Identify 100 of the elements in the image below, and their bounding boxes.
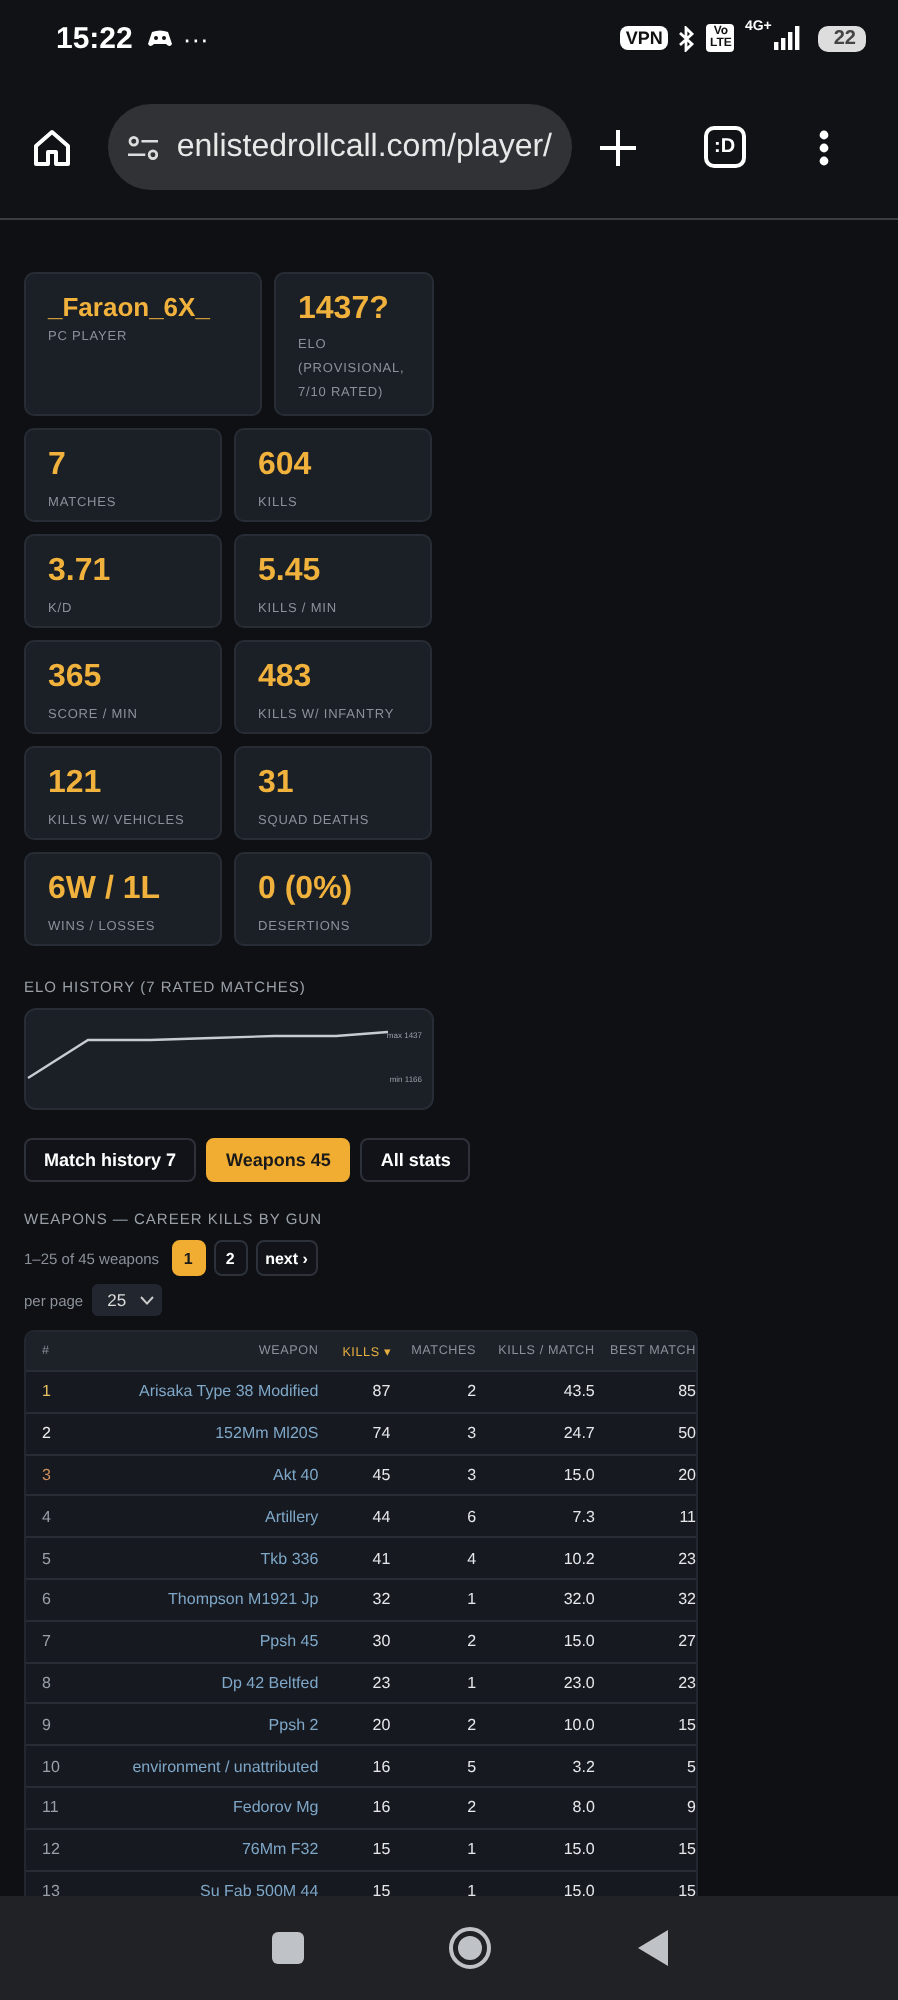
table-cell-text: 15.0 <box>561 1632 595 1651</box>
recent-apps-icon[interactable] <box>272 1932 305 1964</box>
table-cell-text: 1 <box>465 1881 477 1896</box>
rank-number: 12 <box>40 1840 62 1859</box>
table-cell-text: 20 <box>676 1465 696 1484</box>
table-cell-text: 32 <box>676 1590 696 1609</box>
home-icon[interactable] <box>32 127 72 167</box>
weapon-link[interactable]: Thompson M1921 Jp <box>84 1590 319 1609</box>
table-cell-text: 32 <box>370 1590 391 1609</box>
home-button-icon[interactable] <box>448 1926 493 1970</box>
vpn-badge: VPN <box>619 26 669 50</box>
rank-number: 2 <box>40 1424 53 1443</box>
stat-value: 3.71 <box>48 554 113 590</box>
table-cell-text: 27 <box>676 1632 696 1651</box>
rank-number: 9 <box>40 1715 53 1734</box>
table-cell-text: 15 <box>676 1840 696 1859</box>
weapon-link[interactable]: Tkb 336 <box>84 1549 319 1568</box>
tab[interactable]: All stats <box>360 1138 471 1182</box>
rank-number: 6 <box>40 1590 53 1609</box>
page-button[interactable]: 1 <box>171 1240 206 1276</box>
table-cell-text: 5 <box>685 1757 696 1776</box>
table-cell-text: 6 <box>465 1507 477 1526</box>
rank-number: 11 <box>40 1798 61 1817</box>
stat-value: 604 <box>258 448 314 484</box>
address-bar[interactable]: enlistedrollcall.com/player/ <box>108 104 572 190</box>
stat-value: 6W / 1L <box>48 872 163 908</box>
table-cell-text: 24.7 <box>561 1424 595 1443</box>
table-cell-text: 15.0 <box>561 1881 595 1896</box>
table-cell-text: 50 <box>676 1424 696 1443</box>
table-cell-text: 23 <box>676 1549 696 1568</box>
page-button[interactable]: 2 <box>213 1240 248 1276</box>
tab-switcher[interactable]: :D <box>704 126 746 168</box>
elo-value: 1437? <box>298 292 391 328</box>
table-cell-text: 20 <box>370 1715 391 1734</box>
table-cell-text: 7.3 <box>570 1507 595 1526</box>
table-cell-text: 1 <box>465 1840 477 1859</box>
rank-number: 1 <box>40 1382 53 1401</box>
table-cell-text: 1 <box>465 1673 477 1692</box>
table-cell-text: 10.0 <box>561 1715 595 1734</box>
stat-value: 121 <box>48 766 104 802</box>
weapon-link[interactable]: Dp 42 Beltfed <box>84 1673 319 1692</box>
per-page-select[interactable]: 25 <box>91 1284 163 1316</box>
table-cell-text: 74 <box>370 1424 391 1443</box>
table-cell-text: 2 <box>465 1798 477 1817</box>
stat-value: 7 <box>48 448 68 484</box>
weapon-link[interactable]: Arisaka Type 38 Modified <box>84 1382 319 1401</box>
tab[interactable]: Weapons 45 <box>206 1138 351 1182</box>
rank-number: 4 <box>40 1507 53 1526</box>
table-cell-text: 8.0 <box>570 1798 595 1817</box>
back-icon[interactable] <box>637 1930 670 1966</box>
table-cell-text: 45 <box>370 1465 391 1484</box>
table-cell-text: 1 <box>465 1590 477 1609</box>
table-cell-text: 44 <box>370 1507 391 1526</box>
table-cell-text: 85 <box>676 1382 696 1401</box>
table-cell-text: 30 <box>370 1632 391 1651</box>
table-cell-text: 3 <box>465 1465 477 1484</box>
page-button[interactable]: next › <box>255 1240 318 1276</box>
table-cell-text: 2 <box>465 1715 477 1734</box>
table-cell-text: 15 <box>676 1881 696 1896</box>
table-cell-text: 15 <box>676 1715 696 1734</box>
table-cell-text: 16 <box>370 1798 391 1817</box>
table-cell-text: 5 <box>465 1757 477 1776</box>
weapon-link[interactable]: 76Mm F32 <box>84 1840 319 1859</box>
rank-number: 8 <box>40 1673 53 1692</box>
table-cell-text: 15.0 <box>561 1465 595 1484</box>
table-cell-text: 43.5 <box>561 1382 595 1401</box>
table-cell-text: 3 <box>465 1424 477 1443</box>
weapon-link[interactable]: Artillery <box>84 1507 319 1526</box>
weapon-link[interactable]: Akt 40 <box>84 1465 319 1484</box>
weapon-link[interactable]: Fedorov Mg <box>84 1798 319 1817</box>
table-cell-text: 32.0 <box>561 1590 595 1609</box>
table-cell-text: 23 <box>676 1673 696 1692</box>
stat-value: 31 <box>258 766 296 802</box>
stat-value: 0 (0%) <box>258 872 355 908</box>
clock: 15:22 <box>56 21 133 55</box>
more-notifications: ··· <box>182 23 209 53</box>
table-cell-text: 2 <box>465 1632 477 1651</box>
menu-icon[interactable] <box>817 129 830 165</box>
stat-value: 365 <box>48 660 104 696</box>
weapon-link[interactable]: environment / unattributed <box>84 1757 319 1776</box>
table-cell-text: 11 <box>677 1507 696 1526</box>
rank-number: 13 <box>40 1881 62 1896</box>
site-settings-icon[interactable] <box>128 135 159 159</box>
table-cell-text: 16 <box>370 1757 391 1776</box>
player-name: _Faraon_6X_ <box>48 292 212 322</box>
chevron-down-icon <box>140 1295 155 1305</box>
weapon-link[interactable]: 152Mm Ml20S <box>84 1424 319 1443</box>
table-cell-text: 15.0 <box>561 1840 595 1859</box>
table-cell-text: 2 <box>465 1382 477 1401</box>
table-cell-text: 87 <box>370 1382 391 1401</box>
stat-value: 5.45 <box>258 554 323 590</box>
tab[interactable]: Match history 7 <box>24 1138 197 1182</box>
table-cell-text: 41 <box>370 1549 391 1568</box>
new-tab-icon[interactable] <box>600 129 636 165</box>
weapon-link[interactable]: Su Fab 500M 44 <box>84 1881 319 1896</box>
table-cell-text: 23.0 <box>561 1673 595 1692</box>
table-cell-text: 3.2 <box>570 1757 595 1776</box>
weapon-link[interactable]: Ppsh 2 <box>84 1715 319 1734</box>
table-cell-text: 4 <box>465 1549 477 1568</box>
weapon-link[interactable]: Ppsh 45 <box>84 1632 319 1651</box>
